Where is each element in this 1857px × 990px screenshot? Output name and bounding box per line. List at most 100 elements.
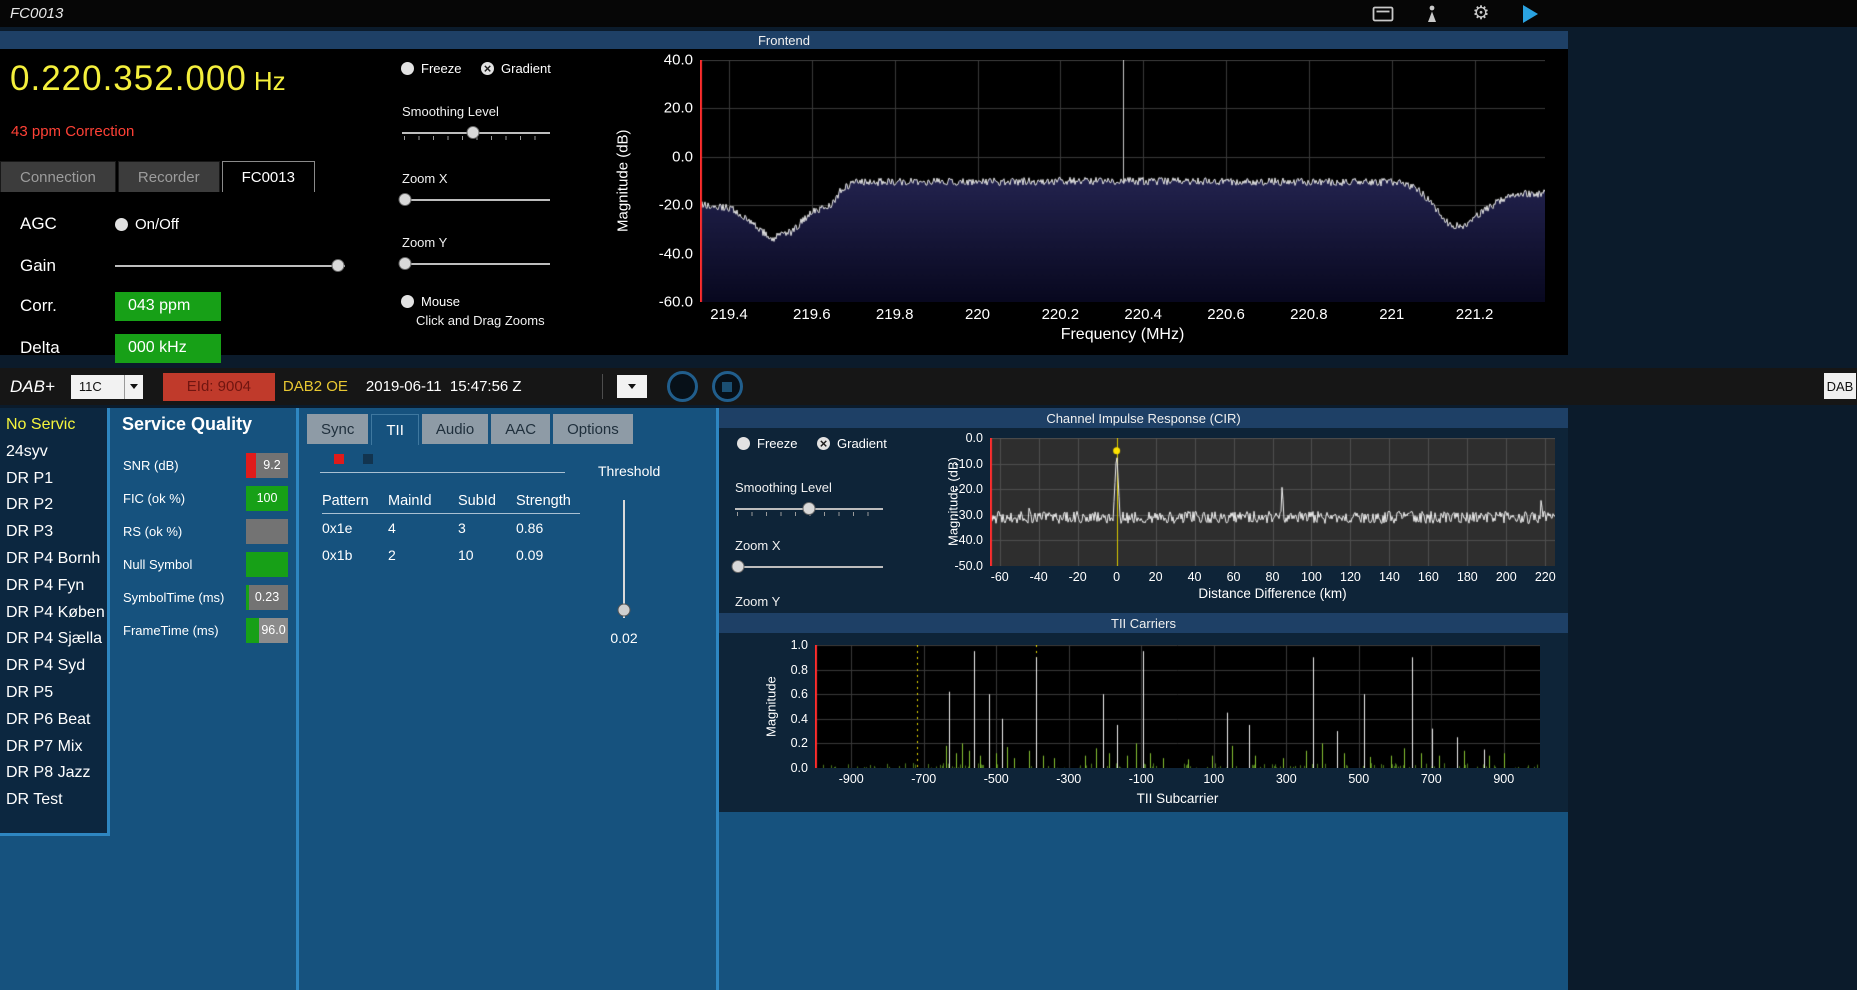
slider-knob[interactable] [617,603,631,617]
quality-row: SymbolTime (ms) 0.23 [123,584,288,610]
tab-tii[interactable]: TII [371,414,419,445]
tab-aac[interactable]: AAC [491,414,551,444]
slider-knob[interactable] [466,126,480,139]
info-icon[interactable] [1421,3,1443,25]
y-tick-label: 0.4 [790,711,808,726]
service-item[interactable]: No Servic [0,412,107,439]
service-item[interactable]: DR P4 Køben [0,600,107,627]
x-tick-label: -700 [911,772,937,786]
ensemble-bar: DAB+ 11C EId: 9004 DAB2 OE 2019-06-11 15… [0,368,1857,405]
slider-knob[interactable] [398,257,412,270]
service-item[interactable]: DR P8 Jazz [0,760,107,787]
column-header: Strength [516,492,571,509]
divider [320,472,565,473]
x-tick-label: 60 [1226,570,1241,584]
tab-recorder[interactable]: Recorder [117,161,220,192]
slider-track [402,263,550,265]
service-item[interactable]: DR P2 [0,492,107,519]
cir-plot: -60 -40 -20 0 20 40 60 80 100 120 140 160 180 200 220 0… [955,431,1556,584]
tii-dark-indicator [363,454,373,464]
cir-freeze-label: Freeze [757,436,798,451]
x-tick-label: 100 [1301,570,1322,584]
display-icon[interactable] [1372,3,1394,25]
cir-freeze-radio[interactable] [737,437,750,450]
settings-gear-icon[interactable]: ⚙ [1470,3,1492,25]
stop-button[interactable] [711,371,743,402]
smoothing-slider[interactable] [402,125,550,141]
table-cell: 10 [458,546,474,563]
service-item[interactable]: DR P1 [0,466,107,493]
column-header: Pattern [322,492,369,509]
service-item[interactable]: DR P7 Mix [0,734,107,761]
y-tick-label: 1.0 [790,638,808,652]
output-select[interactable] [616,375,647,398]
timestamp: 2019-06-11 15:47:56 Z [365,378,522,395]
freeze-radio[interactable] [401,62,414,75]
gradient-label: Gradient [501,61,551,76]
tii-carriers-title: TII Carriers [1111,615,1176,631]
y-tick-label: -10.0 [954,456,984,471]
quality-value-badge: 100 [246,485,288,511]
service-item[interactable]: DR P4 Syd [0,653,107,680]
service-item[interactable]: DR P3 [0,519,107,546]
freeze-control: Freeze [401,61,461,76]
service-item[interactable]: DR P5 [0,680,107,707]
service-item[interactable]: DR P6 Beat [0,707,107,734]
x-tick-label: 900 [1493,772,1515,786]
x-tick-label: 180 [1456,570,1478,584]
cir-zoom-x-label: Zoom X [735,538,781,553]
x-tick-label: -100 [1128,772,1154,786]
y-tick-label: 20.0 [663,99,693,117]
record-button[interactable] [666,371,698,402]
cir-gradient-radio[interactable] [817,437,830,450]
service-item[interactable]: 24syv [0,439,107,466]
spectrum-canvas[interactable] [700,60,1545,302]
play-icon[interactable] [1519,3,1541,25]
gradient-radio[interactable] [481,62,494,75]
tab-connection[interactable]: Connection [0,161,116,192]
stop-icon [722,381,733,392]
zoom-x-slider[interactable] [398,192,550,208]
titlebar: FC0013 ⚙ [0,0,1857,27]
service-item[interactable]: DR P4 Bornh [0,546,107,573]
service-item[interactable]: DR P4 Fyn [0,573,107,600]
service-quality-rows: SNR (dB) 9.2 FIC (ok %) 100 RS (ok %) Null Sy… [123,452,288,650]
chevron-down-icon [627,384,636,389]
tab-audio[interactable]: Audio [421,414,489,444]
device-tabs: Connection Recorder FC0013 [0,161,317,192]
gain-slider[interactable] [115,258,345,274]
service-item[interactable]: DR P4 Sjælla [0,626,107,653]
threshold-slider[interactable] [617,500,631,618]
cir-freeze-control: Freeze [737,436,797,451]
agc-radio[interactable] [115,217,128,231]
y-tick-label: 0.0 [965,431,983,445]
quality-value-badge: 96.0 [246,617,288,643]
tii-y-axis-label: Magnitude [763,676,779,737]
table-cell: 4 [388,519,396,536]
slider-knob[interactable] [731,560,745,573]
tii-canvas[interactable] [815,645,1540,768]
x-tick-label: -60 [990,570,1009,584]
y-tick-label: 0.2 [790,736,808,751]
cir-smoothing-slider[interactable] [735,501,883,517]
tab-fc0013[interactable]: FC0013 [221,161,315,192]
cir-canvas[interactable] [990,438,1555,566]
x-tick-label: -40 [1029,570,1048,584]
tab-options[interactable]: Options [553,414,633,444]
detail-panel: Sync TII Audio AAC Options Pattern MainId… [299,408,716,990]
slider-knob[interactable] [398,193,412,206]
channel-select[interactable]: 11C [70,374,143,399]
corr-label: Corr. [20,296,57,315]
zoom-y-slider[interactable] [398,256,550,272]
cir-tii-region: Channel Impulse Response (CIR) Freeze Gr… [719,408,1568,812]
slider-knob[interactable] [802,502,816,515]
cir-zoom-x-slider[interactable] [731,559,883,575]
tab-sync[interactable]: Sync [307,414,369,444]
tii-table-row: 0x1e 4 3 0.86 [322,514,580,541]
titlebar-icons: ⚙ [1372,0,1541,27]
slider-track [402,199,550,201]
mouse-radio[interactable] [401,295,414,308]
tii-x-axis-label: TII Subcarrier [1136,791,1219,806]
slider-knob[interactable] [331,259,345,272]
service-item[interactable]: DR Test [0,787,107,814]
